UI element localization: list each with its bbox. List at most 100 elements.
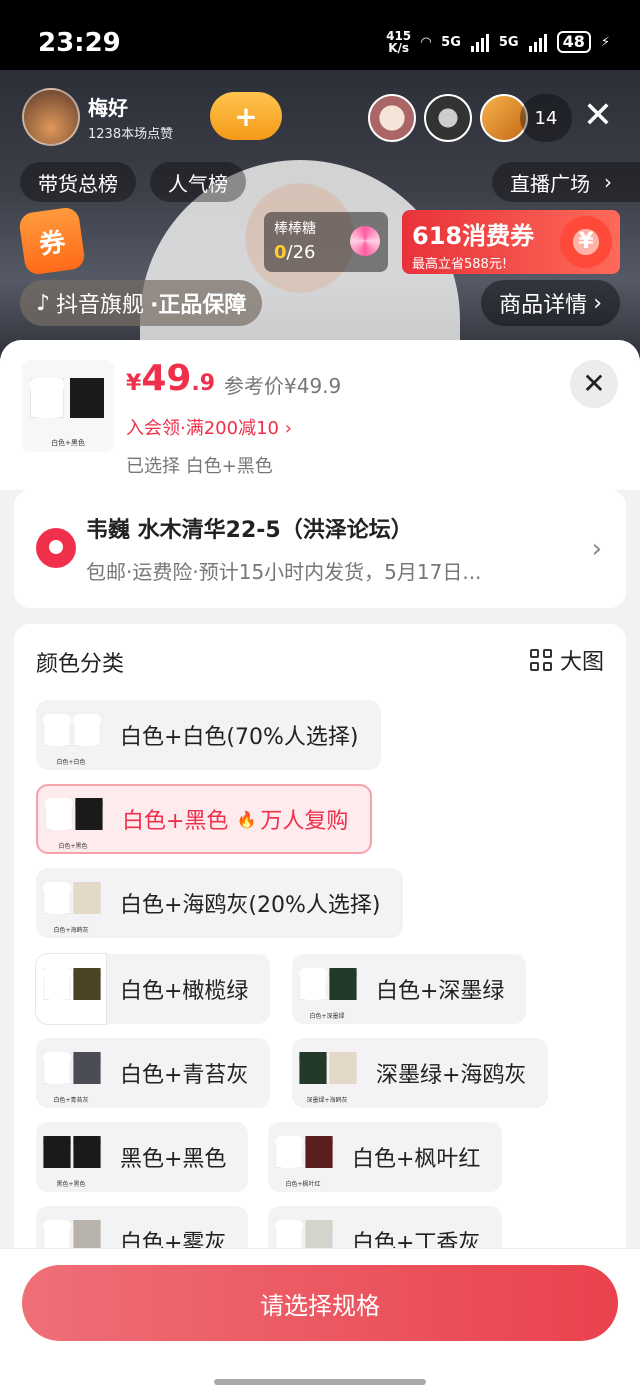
spec-title: 颜色分类 xyxy=(36,652,125,677)
spec-option[interactable]: 白色+深墨绿 白色+深墨绿 xyxy=(292,954,527,1024)
viewer-avatars[interactable] xyxy=(368,94,528,142)
black-tshirt-icon xyxy=(73,1136,101,1168)
live-video[interactable]: 梅好 1238本场点赞 + 14 ✕ 带货总榜 人气榜 直播广场 › 券 棒棒糖… xyxy=(0,70,640,370)
chevron-right-icon: › xyxy=(591,534,602,564)
option-label: 深墨绿+海鸥灰 xyxy=(376,1063,527,1088)
yen-coupon-icon: ¥ xyxy=(560,216,612,268)
option-label: 白色+青苔灰 xyxy=(120,1063,249,1088)
product-header: 白色+黑色 ¥49.9 参考价¥49.9 入会领·满200减10 › 已选择 白… xyxy=(0,340,640,490)
gray-tshirt-icon xyxy=(73,882,101,914)
host-info[interactable]: 梅好 1238本场点赞 xyxy=(22,88,173,146)
big-view-label: 大图 xyxy=(559,650,604,675)
host-likes: 1238本场点赞 xyxy=(88,127,174,142)
viewer-avatar[interactable] xyxy=(368,94,416,142)
option-thumbnail xyxy=(36,954,106,1024)
spec-option[interactable]: 白色+枫叶红 白色+枫叶红 xyxy=(268,1122,503,1192)
option-thumbnail-label: 白色+白色 xyxy=(56,759,86,766)
green-tshirt-icon xyxy=(329,968,357,1000)
viewer-count[interactable]: 14 xyxy=(520,94,572,142)
douyin-logo-icon: ♪ xyxy=(36,290,51,316)
battery-icon: 48 xyxy=(556,31,591,53)
gift-progress-card[interactable]: 棒棒糖 0/26 xyxy=(264,212,388,272)
sales-rank-button[interactable]: 带货总榜 xyxy=(20,162,136,202)
follow-button[interactable]: + xyxy=(210,92,282,140)
white-tshirt-icon xyxy=(43,882,71,914)
option-label: 黑色+黑色 xyxy=(120,1147,227,1172)
black-tshirt-icon xyxy=(75,798,103,830)
select-spec-button[interactable]: 请选择规格 xyxy=(22,1265,618,1341)
option-thumbnail: 白色+海鸥灰 xyxy=(36,868,106,938)
signal-icon-2 xyxy=(528,32,547,52)
white-tshirt-icon xyxy=(43,714,71,746)
gift-progress-current: 0 xyxy=(274,242,287,263)
viewer-avatar[interactable] xyxy=(424,94,472,142)
network-label-2: 5G xyxy=(498,34,519,50)
signal-icon xyxy=(470,32,489,52)
white-tshirt-icon xyxy=(43,1052,71,1084)
option-label: 白色+黑色 xyxy=(122,809,229,834)
white-tshirt-icon xyxy=(43,968,71,1000)
coupon-badge[interactable]: 券 xyxy=(17,206,87,276)
status-bar: 23:29 415 K/s ◠ 5G 5G 48 ⚡ xyxy=(0,0,640,80)
price-symbol: ¥ xyxy=(126,371,142,396)
plus-heart-icon: + xyxy=(234,99,258,133)
home-indicator[interactable] xyxy=(214,1379,426,1385)
status-time: 23:29 xyxy=(38,28,121,58)
price: ¥49.9 xyxy=(126,358,215,399)
close-icon[interactable]: ✕ xyxy=(578,96,618,136)
status-icons: 415 K/s ◠ 5G 5G 48 ⚡ xyxy=(386,30,610,54)
gift-progress-total: /26 xyxy=(286,242,316,263)
wifi-icon: ◠ xyxy=(421,34,432,50)
spec-option-selected[interactable]: 白色+黑色 白色+黑色 🔥 万人复购 xyxy=(36,784,373,854)
footer: 请选择规格 xyxy=(0,1248,640,1400)
white-tshirt-icon xyxy=(30,378,64,418)
product-thumbnail[interactable]: 白色+黑色 xyxy=(22,360,114,452)
live-plaza-button[interactable]: 直播广场 › xyxy=(492,162,640,202)
net-speed-unit: K/s xyxy=(388,41,410,55)
host-avatar[interactable] xyxy=(22,88,80,146)
option-thumbnail: 白色+枫叶红 xyxy=(268,1122,338,1192)
price-int: 49 xyxy=(141,358,192,399)
option-label: 白色+深墨绿 xyxy=(376,979,505,1004)
live-plaza-label: 直播广场 xyxy=(510,171,590,196)
option-thumbnail: 白色+黑色 xyxy=(38,784,108,854)
red-tshirt-icon xyxy=(305,1136,333,1168)
shipping-address-card[interactable]: 韦巍 水木清华22-5（洪泽论坛） 包邮·运费险·预计15小时内发货，5月17日… xyxy=(14,490,626,608)
option-thumbnail: 白色+青苔灰 xyxy=(36,1038,106,1108)
white-tshirt-icon xyxy=(45,798,73,830)
grid-icon xyxy=(529,649,552,671)
host-name: 梅好 xyxy=(88,96,128,120)
chevron-right-icon: › xyxy=(284,418,292,439)
spec-option[interactable]: 黑色+黑色 黑色+黑色 xyxy=(36,1122,249,1192)
white-tshirt-icon xyxy=(275,1136,303,1168)
product-detail-label: 商品详情 xyxy=(499,293,588,318)
close-sheet-button[interactable]: ✕ xyxy=(570,360,618,408)
big-view-button[interactable]: 大图 xyxy=(529,644,604,676)
option-badge: 万人复购 xyxy=(260,809,349,834)
white-tshirt-icon xyxy=(73,714,101,746)
member-offer-link[interactable]: 入会领·满200减10 › xyxy=(126,414,292,440)
black-tshirt-icon xyxy=(43,1136,71,1168)
popularity-rank-button[interactable]: 人气榜 xyxy=(150,162,246,202)
member-offer-label: 入会领·满200减10 xyxy=(126,418,279,439)
spec-option[interactable]: 白色+橄榄绿 xyxy=(36,954,271,1024)
option-label: 白色+橄榄绿 xyxy=(120,979,249,1004)
delivery-info: 包邮·运费险·预计15小时内发货，5月17日... xyxy=(86,560,482,584)
location-pin-icon xyxy=(36,528,76,568)
lollipop-icon xyxy=(350,226,380,256)
option-thumbnail: 黑色+黑色 xyxy=(36,1122,106,1192)
green-tshirt-icon xyxy=(299,1052,327,1084)
spec-option[interactable]: 深墨绿+海鸥灰 深墨绿+海鸥灰 xyxy=(292,1038,549,1108)
brand-badge[interactable]: ♪ 抖音旗舰 ·正品保障 xyxy=(20,280,263,326)
brand-guarantee: ·正品保障 xyxy=(150,293,247,318)
gray-tshirt-icon xyxy=(329,1052,357,1084)
sku-sheet: 白色+黑色 ¥49.9 参考价¥49.9 入会领·满200减10 › 已选择 白… xyxy=(0,340,640,1400)
spec-option[interactable]: 白色+青苔灰 白色+青苔灰 xyxy=(36,1038,271,1108)
option-thumbnail: 白色+白色 xyxy=(36,700,106,770)
gray-tshirt-icon xyxy=(73,1052,101,1084)
coupon-618-card[interactable]: 618消费券 最高立省588元! ¥ xyxy=(402,210,620,274)
spec-option[interactable]: 白色+海鸥灰 白色+海鸥灰(20%人选择) xyxy=(36,868,403,938)
option-thumbnail-label: 深墨绿+海鸥灰 xyxy=(306,1097,348,1104)
spec-option[interactable]: 白色+白色 白色+白色(70%人选择) xyxy=(36,700,381,770)
product-detail-button[interactable]: 商品详情 › xyxy=(481,280,620,326)
